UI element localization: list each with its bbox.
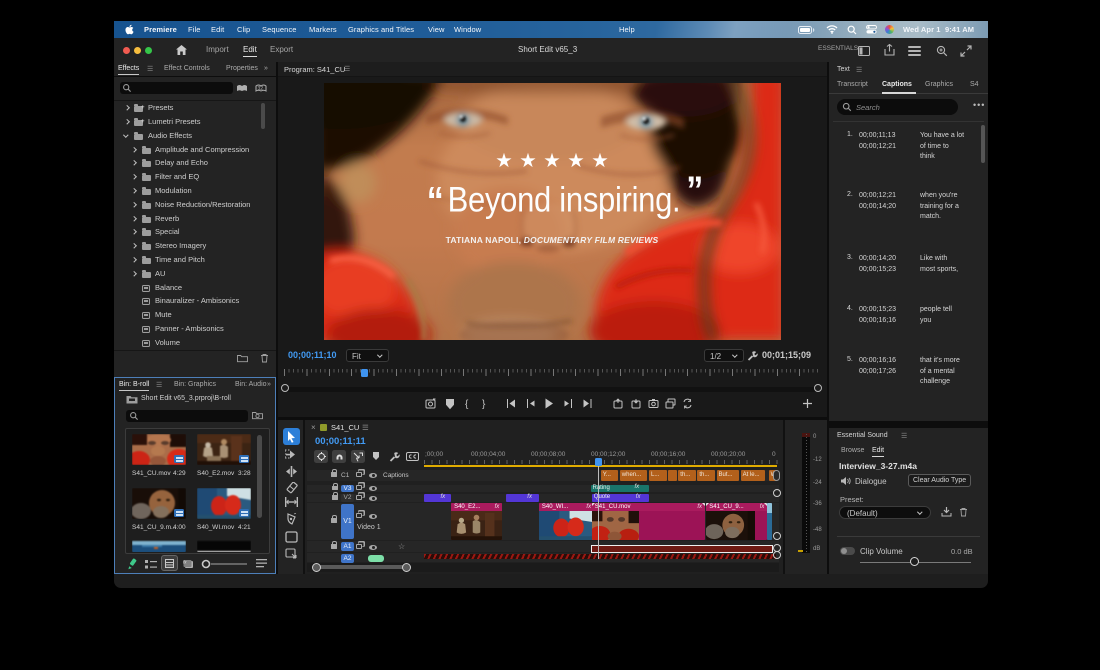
svg-text:32: 32 xyxy=(258,86,264,92)
svg-text:{: { xyxy=(465,399,469,410)
svg-text:}: } xyxy=(482,399,486,410)
